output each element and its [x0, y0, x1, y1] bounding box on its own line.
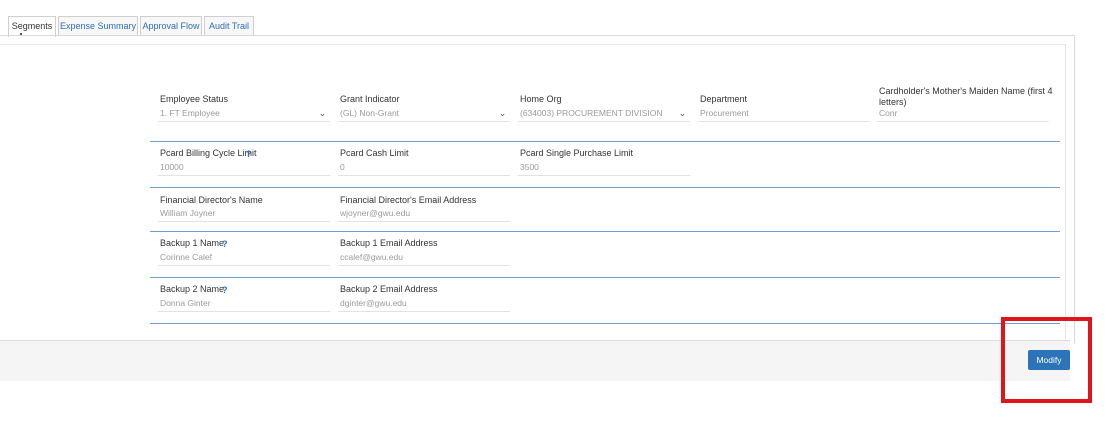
- cash-limit-field[interactable]: 0: [338, 160, 510, 176]
- tab-segments[interactable]: Segments: [8, 16, 56, 37]
- tab-expense-summary[interactable]: Expense Summary: [58, 16, 138, 35]
- backup1-email-field[interactable]: ccalef@gwu.edu: [338, 250, 510, 266]
- billing-limit-field[interactable]: 10000: [158, 160, 330, 176]
- help-icon[interactable]: ?: [222, 285, 228, 295]
- footer-bar: [0, 340, 1070, 381]
- panel-right-border: [1065, 44, 1066, 340]
- backup1-email-label: Backup 1 Email Address: [340, 238, 438, 248]
- section-divider: [150, 323, 1060, 324]
- fd-name-field[interactable]: William Joyner: [158, 206, 330, 222]
- home-org-label: Home Org: [520, 94, 562, 104]
- tab-audit-trail[interactable]: Audit Trail: [204, 16, 254, 35]
- department-label: Department: [700, 94, 748, 104]
- backup2-name-label: Backup 2 Name: [160, 284, 225, 294]
- chevron-down-icon[interactable]: ⌄: [498, 109, 507, 118]
- maiden-name-field[interactable]: Conr: [877, 106, 1049, 122]
- right-border: [1074, 35, 1075, 343]
- home-org-select[interactable]: (634003) PROCUREMENT DIVISION: [518, 106, 690, 122]
- grant-indicator-select[interactable]: (GL) Non-Grant: [338, 106, 510, 122]
- fd-email-field[interactable]: wjoyner@gwu.edu: [338, 206, 510, 222]
- help-icon[interactable]: ?: [246, 149, 252, 159]
- tab-underline: [0, 35, 1074, 36]
- department-field[interactable]: Procurement: [698, 106, 870, 122]
- highlight-box: [1001, 317, 1092, 403]
- help-icon[interactable]: ?: [222, 239, 228, 249]
- single-purchase-limit-label: Pcard Single Purchase Limit: [520, 148, 634, 158]
- backup1-name-field[interactable]: Corinne Calef: [158, 250, 330, 266]
- panel-top-border: [0, 44, 1065, 45]
- tab-approval-flow[interactable]: Approval Flow: [140, 16, 202, 35]
- backup2-email-label: Backup 2 Email Address: [340, 284, 438, 294]
- fd-email-label: Financial Director's Email Address: [340, 195, 477, 205]
- maiden-name-label: Cardholder's Mother's Maiden Name (first…: [879, 86, 1053, 107]
- backup2-email-field[interactable]: dginter@gwu.edu: [338, 296, 510, 312]
- cash-limit-label: Pcard Cash Limit: [340, 148, 409, 158]
- chevron-down-icon[interactable]: ⌄: [678, 109, 687, 118]
- section-divider: [150, 231, 1060, 232]
- chevron-down-icon[interactable]: ⌄: [318, 109, 327, 118]
- section-divider: [150, 277, 1060, 278]
- fd-name-label: Financial Director's Name: [160, 195, 263, 205]
- section-divider: [150, 187, 1060, 188]
- single-purchase-limit-field[interactable]: 3500: [518, 160, 690, 176]
- backup2-name-field[interactable]: Donna Ginter: [158, 296, 330, 312]
- grant-indicator-label: Grant Indicator: [340, 94, 400, 104]
- backup1-name-label: Backup 1 Name: [160, 238, 225, 248]
- employee-status-select[interactable]: 1. FT Employee: [158, 106, 330, 122]
- billing-limit-label: Pcard Billing Cycle Limit: [160, 148, 257, 158]
- section-divider: [150, 141, 1060, 142]
- employee-status-label: Employee Status: [160, 94, 229, 104]
